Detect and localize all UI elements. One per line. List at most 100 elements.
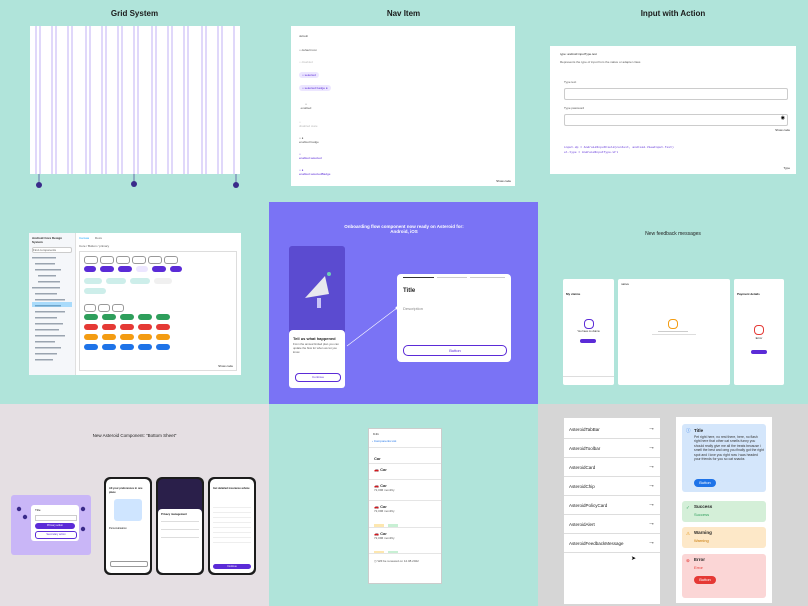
warning-title: Warning: [694, 530, 712, 535]
info-message: ⓘ Title Pet right here, no rest there, h…: [682, 424, 766, 492]
nav-item-enabled[interactable]: ⌂ enabled: [299, 102, 313, 110]
megaphone-icon: [303, 268, 331, 308]
arrow-right-icon: →: [648, 520, 655, 527]
list-item-alert[interactable]: AsteroidAlert →: [564, 517, 660, 534]
feedback-section: New feedback messages My claims You have…: [538, 202, 808, 404]
components-list-section: 9:41 ‹ Components List Car 🚗 Car 🚗 Car 7…: [269, 404, 538, 606]
storybook-show-code[interactable]: Show code: [218, 364, 233, 368]
storybook-title: Android Core Design System: [32, 236, 63, 244]
error-message: ⊗ Error Error Button: [682, 554, 766, 598]
list-item-car-3[interactable]: 🚗 Car 72,09€ monthly: [374, 531, 399, 559]
error-icon: ⊗: [686, 558, 690, 563]
check-icon: ✓: [686, 505, 690, 510]
tab-canvas[interactable]: Canvas: [79, 236, 89, 240]
nav-item-enabled-badge[interactable]: ⌂ ● enabled badge: [299, 136, 319, 144]
card-button[interactable]: Button: [403, 345, 507, 356]
nav-item-section: Nav Item default ⌂ default icon ⌂ disabl…: [269, 0, 538, 202]
list-item-chip[interactable]: AsteroidChip →: [564, 479, 660, 496]
list-item-toolbar[interactable]: AsteroidToolbar →: [564, 441, 660, 458]
list-item-feedback-message[interactable]: AsteroidFeedbackMessage →: [564, 536, 660, 553]
nav-item-title: Nav Item: [386, 9, 421, 18]
bs-phone-privacy: Privacy management: [156, 477, 204, 575]
info-button[interactable]: Button: [694, 479, 716, 487]
list-item-car-1[interactable]: 🚗 Car 72,09€ monthly: [374, 483, 395, 492]
text-field-label: Type text: [564, 80, 577, 84]
storybook-search[interactable]: Find components: [32, 247, 72, 253]
error-button[interactable]: Button: [694, 576, 716, 584]
nav-item-selected-badge[interactable]: ⌂ selected badge ●: [299, 85, 331, 91]
grid-panel: [30, 26, 240, 174]
sheet-annotations: [16, 506, 86, 532]
feedback-screen-native: native: [618, 279, 730, 385]
onboarding-section: Onboarding flow component now ready on A…: [269, 202, 538, 404]
nav-item-disabled-state: ⌂ disabled state: [299, 120, 318, 128]
list-item-policy-card[interactable]: AsteroidPolicyCard →: [564, 498, 660, 515]
text-input[interactable]: [564, 88, 788, 100]
bottom-sheet-section: New Asteroid Component: “Bottom Sheet” T…: [0, 404, 269, 606]
grid-columns: [35, 26, 235, 174]
nav-item-enabled-selected-badge[interactable]: ⌂ ● enabled selectedBadge: [299, 168, 330, 176]
nav-item-enabled-selected[interactable]: ⌂ enabled selected: [299, 152, 322, 160]
messages-panel: ⓘ Title Pet right here, no rest there, h…: [676, 417, 772, 603]
cursor-icon: ➤: [631, 556, 637, 562]
onboarding-sheet-text: From the annual limited plan you can upd…: [293, 342, 339, 354]
bottom-sheet-spec: Title Primary action Secondary action: [11, 495, 91, 555]
password-input[interactable]: ◉: [564, 114, 788, 126]
grid-system-section: Grid System: [0, 0, 269, 202]
phone1-subtitle: Personalisation: [109, 527, 127, 530]
nav-item-disabled: ⌂ disabled: [299, 60, 313, 64]
eye-icon[interactable]: ◉: [781, 115, 785, 121]
input-show-code[interactable]: Show code: [775, 128, 790, 132]
asteroid-list-panel: AsteroidTabBar → AsteroidToolbar → Asteroi…: [564, 418, 660, 604]
bs-phone-preferences: All your preferences in one place Person…: [104, 477, 152, 575]
claims-button[interactable]: [580, 339, 596, 343]
input-type-heading: type: android:inputType.text: [560, 52, 597, 56]
nav-item-selected[interactable]: ⌂ selected: [299, 72, 319, 78]
onboarding-phone: Tell us what happened From the annual li…: [289, 246, 345, 388]
code-line-1: input.dp = AndroidInputField(context, an…: [564, 146, 674, 149]
section-header: Car: [374, 456, 381, 461]
payment-header: Payment details: [737, 292, 760, 296]
card-description: Description: [403, 306, 424, 311]
feedback-title: New feedback messages: [645, 231, 701, 237]
code-line-2: el.type = AndroidInputType.Url: [564, 151, 619, 154]
list-item-tabbar[interactable]: AsteroidTabBar →: [564, 422, 660, 439]
feedback-screen-claims: My claims You have no claims: [563, 279, 614, 385]
success-message: ✓ Success Success: [682, 501, 766, 522]
onboarding-card: Title Description Button: [397, 274, 511, 362]
native-header: native: [621, 282, 630, 286]
phone1-illustration: [114, 499, 142, 521]
onboarding-continue-button[interactable]: Continue: [295, 373, 341, 382]
payment-error-title: Error: [755, 336, 763, 340]
feedback-screen-payment: Payment details Error: [734, 279, 784, 385]
error-title: Error: [694, 557, 706, 562]
info-title: Title: [694, 428, 704, 433]
arrow-right-icon: →: [648, 539, 655, 546]
claims-tabbar[interactable]: [563, 376, 614, 385]
nav-show-code[interactable]: Show code: [496, 179, 511, 183]
onboarding-title: Onboarding flow component now ready on A…: [344, 224, 464, 234]
phone3-continue-button[interactable]: Continue: [213, 564, 251, 569]
phone1-title: All your preferences in one place: [109, 487, 143, 494]
tab-docs[interactable]: Docs: [95, 236, 102, 240]
renewal-note: ◷ Will be renewed on 12.08.2022: [374, 559, 419, 563]
list-item-car-0[interactable]: 🚗 Car: [374, 467, 387, 472]
list-item-card[interactable]: AsteroidCard →: [564, 460, 660, 477]
phone3-title: Get detailed insurance advice: [213, 487, 250, 490]
error-icon: [754, 325, 764, 335]
payment-retry-button[interactable]: [751, 350, 767, 354]
back-button[interactable]: ‹ Components List: [372, 439, 396, 443]
arrow-right-icon: →: [648, 463, 655, 470]
bottom-sheet-title: New Asteroid Component: “Bottom Sheet”: [92, 433, 177, 438]
claims-header: My claims: [566, 292, 581, 296]
info-icon: ⓘ: [686, 428, 691, 433]
grid-annotations: [36, 174, 239, 188]
input-action-panel: type: android:inputType.text Represents …: [550, 46, 796, 174]
onboarding-sheet-title: Tell us what happened: [293, 336, 336, 341]
info-text: Pet right here, no rest there, here, no …: [694, 435, 764, 462]
connector-line: [346, 306, 399, 347]
storybook-breadcrumb: Core / Button / primary: [79, 244, 110, 248]
success-title: Success: [694, 504, 713, 509]
nav-item-default[interactable]: ⌂ default icon: [299, 48, 317, 52]
onboarding-sheet: Tell us what happened From the annual li…: [289, 330, 345, 388]
